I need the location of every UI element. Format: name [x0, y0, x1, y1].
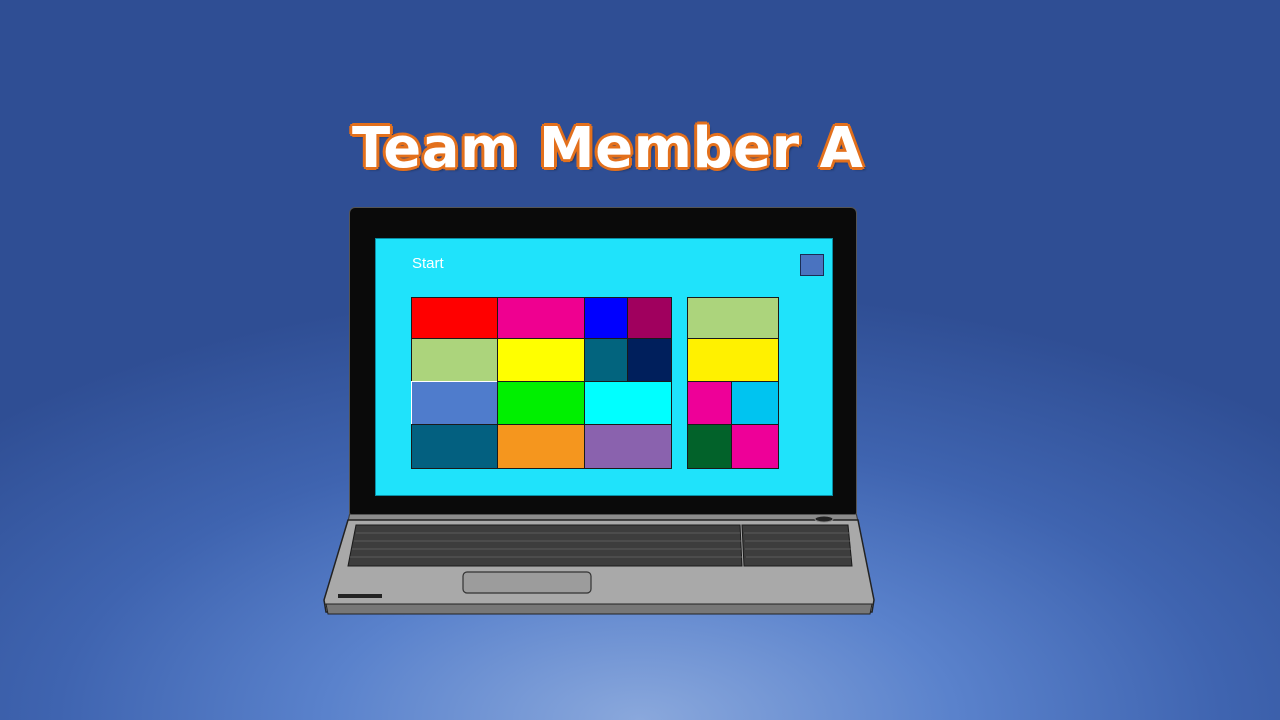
start-label: Start	[412, 255, 444, 272]
app-tile[interactable]	[497, 338, 585, 382]
laptop-illustration: Start	[0, 0, 1280, 720]
app-tile[interactable]	[731, 424, 779, 469]
app-tile[interactable]	[497, 381, 585, 425]
app-tile[interactable]	[731, 381, 779, 425]
app-tile[interactable]	[411, 381, 498, 425]
app-tile[interactable]	[687, 424, 732, 469]
app-tile[interactable]	[584, 424, 672, 469]
app-tile[interactable]	[411, 424, 498, 469]
app-tile[interactable]	[627, 297, 672, 339]
app-tile[interactable]	[411, 338, 498, 382]
app-tile[interactable]	[584, 381, 672, 425]
app-tile[interactable]	[411, 297, 498, 339]
app-tile[interactable]	[584, 338, 628, 382]
app-tile[interactable]	[687, 338, 779, 382]
app-tile[interactable]	[497, 424, 585, 469]
app-tile[interactable]	[584, 297, 628, 339]
app-tile[interactable]	[627, 338, 672, 382]
app-tile[interactable]	[687, 381, 732, 425]
app-tile[interactable]	[497, 297, 585, 339]
user-account-tile[interactable]	[800, 254, 824, 276]
app-tile[interactable]	[687, 297, 779, 339]
